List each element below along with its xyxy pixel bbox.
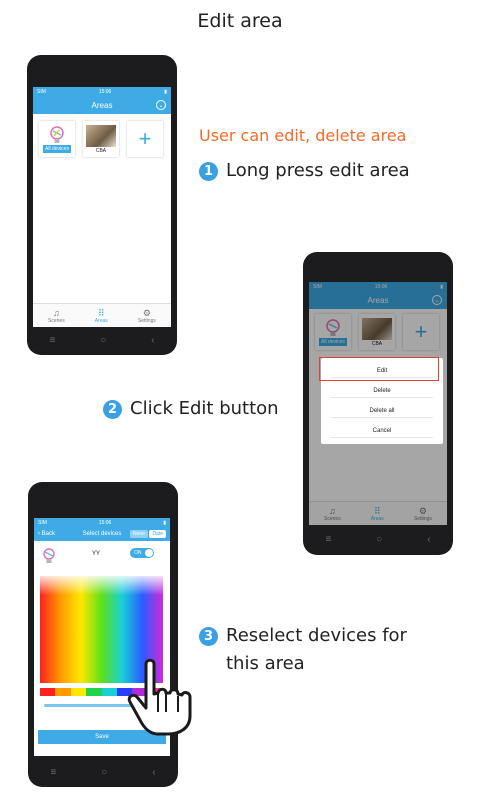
area-photo	[86, 124, 116, 147]
hand-pointer-icon	[127, 658, 192, 736]
step-3: 3 Reselect devices for this area	[199, 622, 429, 678]
plus-icon: +	[138, 126, 152, 151]
nav-keys: ≡ ○ ‹	[303, 534, 453, 545]
menu-key-icon[interactable]: ≡	[325, 534, 331, 545]
back-key-icon[interactable]: ‹	[152, 767, 155, 778]
none-button[interactable]: None	[130, 530, 148, 538]
step-number: 2	[103, 400, 122, 419]
back-key-icon[interactable]: ‹	[151, 335, 154, 346]
home-key-icon[interactable]: ○	[101, 767, 107, 778]
app-bar: Areas ⌄	[33, 96, 171, 114]
clock: 15:06	[98, 519, 112, 526]
tab-scenes[interactable]: ♫ Scenes	[48, 304, 65, 327]
delete-all-button[interactable]: Delete all	[331, 404, 433, 418]
scenes-icon: ♫	[52, 307, 60, 318]
page-title: Edit area	[197, 10, 283, 32]
menu-key-icon[interactable]: ≡	[49, 335, 55, 346]
tab-settings[interactable]: ⚙ Settings	[138, 304, 156, 327]
step-text: Reselect devices for this area	[226, 625, 407, 674]
carrier: SIM	[38, 519, 47, 526]
screen-areas: SIM 15:06 ▮ Areas ⌄ All devices CBA + ♫ S…	[33, 87, 171, 327]
tab-bar: ♫ Scenes ⠿ Areas ⚙ Settings	[33, 303, 171, 327]
appbar-title: Areas	[91, 100, 113, 110]
phone-edit-dialog: SIM 15:06 ▮ Areas ⌄ All devices CBA + ♫ S…	[303, 252, 453, 555]
clock: 15:06	[98, 88, 112, 95]
screen-dialog: SIM 15:06 ▮ Areas ⌄ All devices CBA + ♫ S…	[309, 282, 447, 525]
header-title: Select devices	[82, 531, 122, 537]
step-number: 1	[199, 162, 218, 181]
bulb-icon	[43, 548, 55, 563]
back-label: Back	[41, 531, 56, 537]
battery-icon: ▮	[163, 519, 166, 526]
tab-label: Scenes	[48, 317, 65, 324]
step-text: Click Edit button	[130, 398, 279, 419]
carrier: SIM	[37, 88, 46, 95]
bulb-icon	[50, 125, 64, 143]
home-key-icon[interactable]: ○	[100, 335, 106, 346]
add-area-button[interactable]: +	[127, 121, 163, 157]
date-button[interactable]: Date	[149, 530, 166, 538]
select-header: ‹ Back Select devices None Date	[34, 527, 170, 541]
device-toggle[interactable]: ON	[130, 548, 154, 558]
back-key-icon[interactable]: ‹	[427, 534, 430, 545]
area-label: CBA	[95, 147, 107, 154]
area-card-all-devices[interactable]: All devices	[39, 121, 75, 157]
back-button[interactable]: ‹ Back	[38, 531, 55, 537]
gear-icon: ⚙	[142, 307, 151, 318]
grid-icon: ⠿	[97, 307, 105, 318]
cancel-button[interactable]: Cancel	[331, 424, 433, 438]
step-number: 3	[199, 627, 218, 646]
tab-label: Settings	[137, 317, 156, 324]
nav-keys: ≡ ○ ‹	[28, 767, 178, 778]
dropdown-icon[interactable]: ⌄	[156, 100, 166, 110]
step-1: 1 Long press edit area	[199, 160, 410, 181]
delete-button[interactable]: Delete	[331, 384, 433, 398]
area-card-cba[interactable]: CBA	[83, 121, 119, 157]
device-name: YY	[92, 551, 101, 557]
phone-areas: SIM 15:06 ▮ Areas ⌄ All devices CBA + ♫ S…	[27, 55, 177, 355]
note-text: User can edit, delete area	[199, 126, 407, 145]
phone-select-devices: SIM 15:06 ▮ ‹ Back Select devices None D…	[28, 482, 178, 787]
step-text: Long press edit area	[226, 160, 410, 181]
edit-highlight-box	[319, 357, 439, 381]
toggle-label: ON	[134, 550, 142, 556]
status-bar: SIM 15:06 ▮	[34, 518, 170, 527]
nav-keys: ≡ ○ ‹	[27, 335, 177, 346]
tab-areas[interactable]: ⠿ Areas	[95, 304, 108, 327]
menu-key-icon[interactable]: ≡	[50, 767, 56, 778]
home-key-icon[interactable]: ○	[376, 534, 382, 545]
battery-icon: ▮	[164, 88, 167, 95]
tab-label: Areas	[94, 317, 108, 324]
area-label: All devices	[43, 144, 71, 153]
status-bar: SIM 15:06 ▮	[33, 87, 171, 96]
step-2: 2 Click Edit button	[103, 398, 279, 419]
